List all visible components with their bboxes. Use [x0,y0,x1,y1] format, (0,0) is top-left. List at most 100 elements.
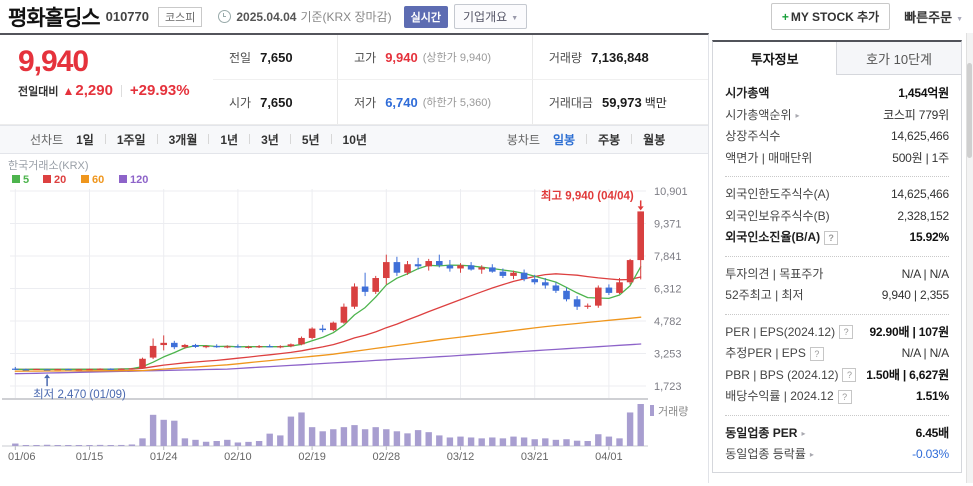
info-label: 배당수익률 | 2024.12? [725,386,852,408]
quote-extra: (하한가 5,360) [422,97,492,109]
scrollbar[interactable] [966,33,973,483]
x-axis-label: 04/01 [595,451,623,463]
info-label: 외국인소진율(B/A)? [725,227,839,249]
info-label: 액면가 | 매매단위 [725,150,813,165]
info-value: 2,328,152 [897,208,949,223]
candle-body [107,368,114,370]
volume-bar [372,427,379,446]
volume-bar [573,440,581,446]
help-icon[interactable]: ? [809,346,824,361]
quick-order-button[interactable]: 빠른주문 [904,7,963,26]
divider [120,84,122,97]
quote-cell-고가: 고가 9,940 (상한가 9,940) [337,35,532,80]
volume-bar [224,439,231,446]
volume-bar [255,440,263,446]
candle-body [467,265,475,270]
price-block: 9,940 전일대비 ▲ 2,290 +29.93% [0,35,213,124]
info-value: 코스피 779위 [883,107,949,122]
candle-body [266,346,273,348]
info-value: 1.51% [915,389,949,403]
header-actions: + MY STOCK 추가 빠른주문 [770,3,963,30]
info-row: 상장주식수 14,625,466 [713,126,961,148]
quote-label: 거래대금 [548,95,593,110]
tab-1일[interactable]: 1일 [75,133,95,147]
candle-body [372,278,379,292]
info-value: 6.45배 [915,425,950,440]
scrollbar-thumb[interactable] [967,63,972,158]
candle-chart-group-label: 봉차트 [506,133,540,147]
company-overview-button[interactable]: 기업개요 [454,4,528,29]
help-icon[interactable]: ? [842,368,857,383]
ma-legend-label: 60 [92,174,104,186]
volume-bar [128,444,136,446]
low-arrow-icon [44,374,51,379]
tab-1년[interactable]: 1년 [219,133,239,147]
volume-bar [43,444,51,446]
tab-5년[interactable]: 5년 [301,133,321,147]
ma-legend-swatch [119,175,127,183]
info-value: 92.90배 | 107원 [869,324,949,339]
info-value: 500원 | 1주 [892,150,949,165]
chart-source-label: 한국거래소(KRX) [8,159,89,172]
tab-주봉[interactable]: 주봉 [597,133,621,147]
quote-value: 59,973 [601,94,642,110]
info-row: 시가총액 1,454억원 [713,83,961,105]
volume-bar [139,438,146,446]
chart-period-tabbar: 선차트 1일 1주일 3개월 1년 3년 5년 10년 봉차트 일봉 주봉 월봉 [0,125,709,154]
price-volume-chart[interactable]: 01/06 01/15 01/24 02/10 02/19 02/28 03/12 03/21… [2,156,708,481]
info-row: 동일업종 PER ▸ 6.45배 [713,423,961,445]
candle-body [520,272,528,280]
info-label: 동일업종 PER ▸ [725,423,805,445]
tab-10년[interactable]: 10년 [342,133,368,147]
volume-bar [319,431,326,446]
line-chart-group-label: 선차트 [30,133,64,147]
sidebar-tab-투자정보[interactable]: 투자정보 [713,42,838,75]
volume-bar [605,436,613,446]
candle-body [319,328,326,331]
help-icon[interactable]: ? [824,230,839,245]
tab-일봉[interactable]: 일봉 [552,133,576,147]
clock-icon [218,10,232,23]
quote-value: 6,740 [385,94,418,110]
plus-icon: + [781,10,789,24]
tab-3개월[interactable]: 3개월 [168,133,199,147]
info-value: 14,625,466 [890,129,949,143]
tab-3년[interactable]: 3년 [260,133,280,147]
candle-body [255,346,263,348]
volume-bar [404,433,411,446]
stock-detail-page: 평화홀딩스 010770 코스피 2025.04.04 기준(KRX 장마감) … [0,0,973,483]
info-value: N/A | N/A [901,266,950,281]
volume-bar [171,420,178,446]
info-label: 추정PER | EPS? [725,343,824,365]
volume-bar [277,435,284,446]
help-icon[interactable]: ? [839,325,854,340]
sidebar-tab-호가 10단계[interactable]: 호가 10단계 [837,42,961,75]
candle-body [43,369,51,371]
volume-bar [520,437,528,446]
realtime-badge[interactable]: 실시간 [403,5,449,28]
candle-body [457,265,464,269]
quote-cell-거래대금: 거래대금 59,973 백만 [531,80,708,124]
my-stock-add-button[interactable]: + MY STOCK 추가 [770,3,891,30]
investor-info-sidebar: 투자정보 호가 10단계 시가총액 1,454억원 시가총액순위 ▸ 코스피 779위 상장… [709,33,966,483]
info-label: 동일업종 등락률 ▸ [725,444,814,466]
change-value: 2,290 [75,82,113,99]
quote-label: 시가 [229,95,252,110]
candle-body [128,368,136,370]
chevron-right-icon: ▸ [795,110,800,120]
x-axis-label: 03/21 [521,451,549,463]
help-icon[interactable]: ? [837,389,852,404]
quote-table: 전일 7,650 고가 9,940 (상한가 9,940) 거래량 7,136,848 시가 7… [213,35,709,124]
quote-extra: (상한가 9,940) [422,52,492,64]
tab-1주일[interactable]: 1주일 [116,133,147,147]
volume-bar [308,427,316,446]
volume-bar [107,445,114,446]
volume-bar [234,442,242,446]
low-annotation: 최저 2,470 (01/09) [33,388,126,401]
ma-legend-label: 120 [130,174,148,186]
y-axis-label: 7,841 [654,251,682,263]
volume-bar [436,435,443,446]
volume-bar [499,438,507,446]
info-value: 14,625,466 [890,187,949,201]
tab-월봉[interactable]: 월봉 [642,133,666,147]
